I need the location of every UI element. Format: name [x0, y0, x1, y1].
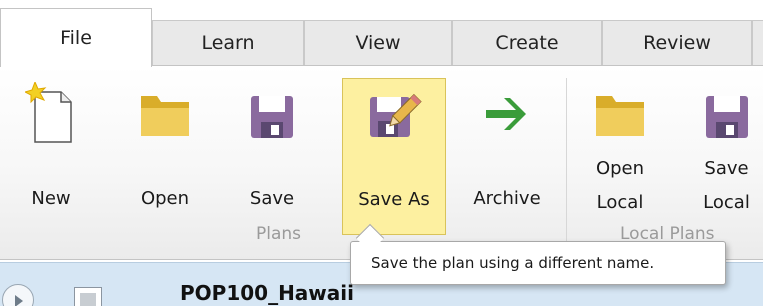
tab-view[interactable]: View	[304, 20, 452, 65]
tab-review[interactable]: Review	[602, 20, 752, 65]
tab-label: File	[60, 27, 92, 49]
ribbon-panel: New Open Save Save As Archive Plans Open…	[0, 65, 763, 260]
save-button[interactable]: Save	[244, 78, 300, 235]
open-local-button[interactable]: Open Local	[580, 78, 660, 235]
folder-icon	[596, 96, 644, 136]
archive-label: Archive	[473, 188, 541, 209]
ribbon-tab-strip: File Learn View Create Review	[0, 0, 763, 67]
group-separator	[566, 78, 567, 248]
save-as-label: Save As	[358, 189, 430, 210]
tab-label: Create	[495, 32, 559, 54]
open-button[interactable]: Open	[132, 78, 198, 235]
plans-group-label: Plans	[256, 224, 302, 244]
save-label: Save	[249, 188, 295, 209]
tab-label: View	[355, 32, 401, 54]
row-title: POP100_Hawaii	[180, 281, 354, 305]
tab-label: Learn	[201, 32, 255, 54]
green-arrow-icon	[486, 98, 526, 130]
tab-learn[interactable]: Learn	[152, 20, 304, 65]
open-local-label-line2: Local	[596, 192, 644, 213]
new-label: New	[31, 188, 71, 209]
expand-row-icon[interactable]	[2, 284, 34, 306]
folder-icon	[141, 96, 189, 136]
row-checkbox[interactable]	[74, 287, 102, 306]
new-document-icon	[25, 82, 72, 143]
floppy-disk-icon	[705, 96, 748, 138]
save-local-label-line1: Save	[704, 158, 749, 179]
tab-create[interactable]: Create	[452, 20, 602, 65]
save-local-button[interactable]: Save Local	[690, 78, 763, 235]
tooltip-text: Save the plan using a different name.	[371, 254, 655, 272]
save-local-label-line2: Local	[703, 192, 750, 213]
tab-file[interactable]: File	[0, 8, 152, 67]
save-as-button[interactable]: Save As	[342, 78, 446, 235]
tab-label: Review	[643, 32, 711, 54]
floppy-pencil-icon	[370, 93, 422, 137]
floppy-disk-icon	[251, 96, 293, 138]
tab-overflow[interactable]	[752, 20, 763, 65]
open-label: Open	[140, 188, 190, 209]
archive-button[interactable]: Archive	[464, 78, 550, 235]
new-button[interactable]: New	[18, 78, 84, 235]
save-as-tooltip: Save the plan using a different name.	[350, 241, 726, 285]
open-local-label-line1: Open	[595, 158, 645, 179]
